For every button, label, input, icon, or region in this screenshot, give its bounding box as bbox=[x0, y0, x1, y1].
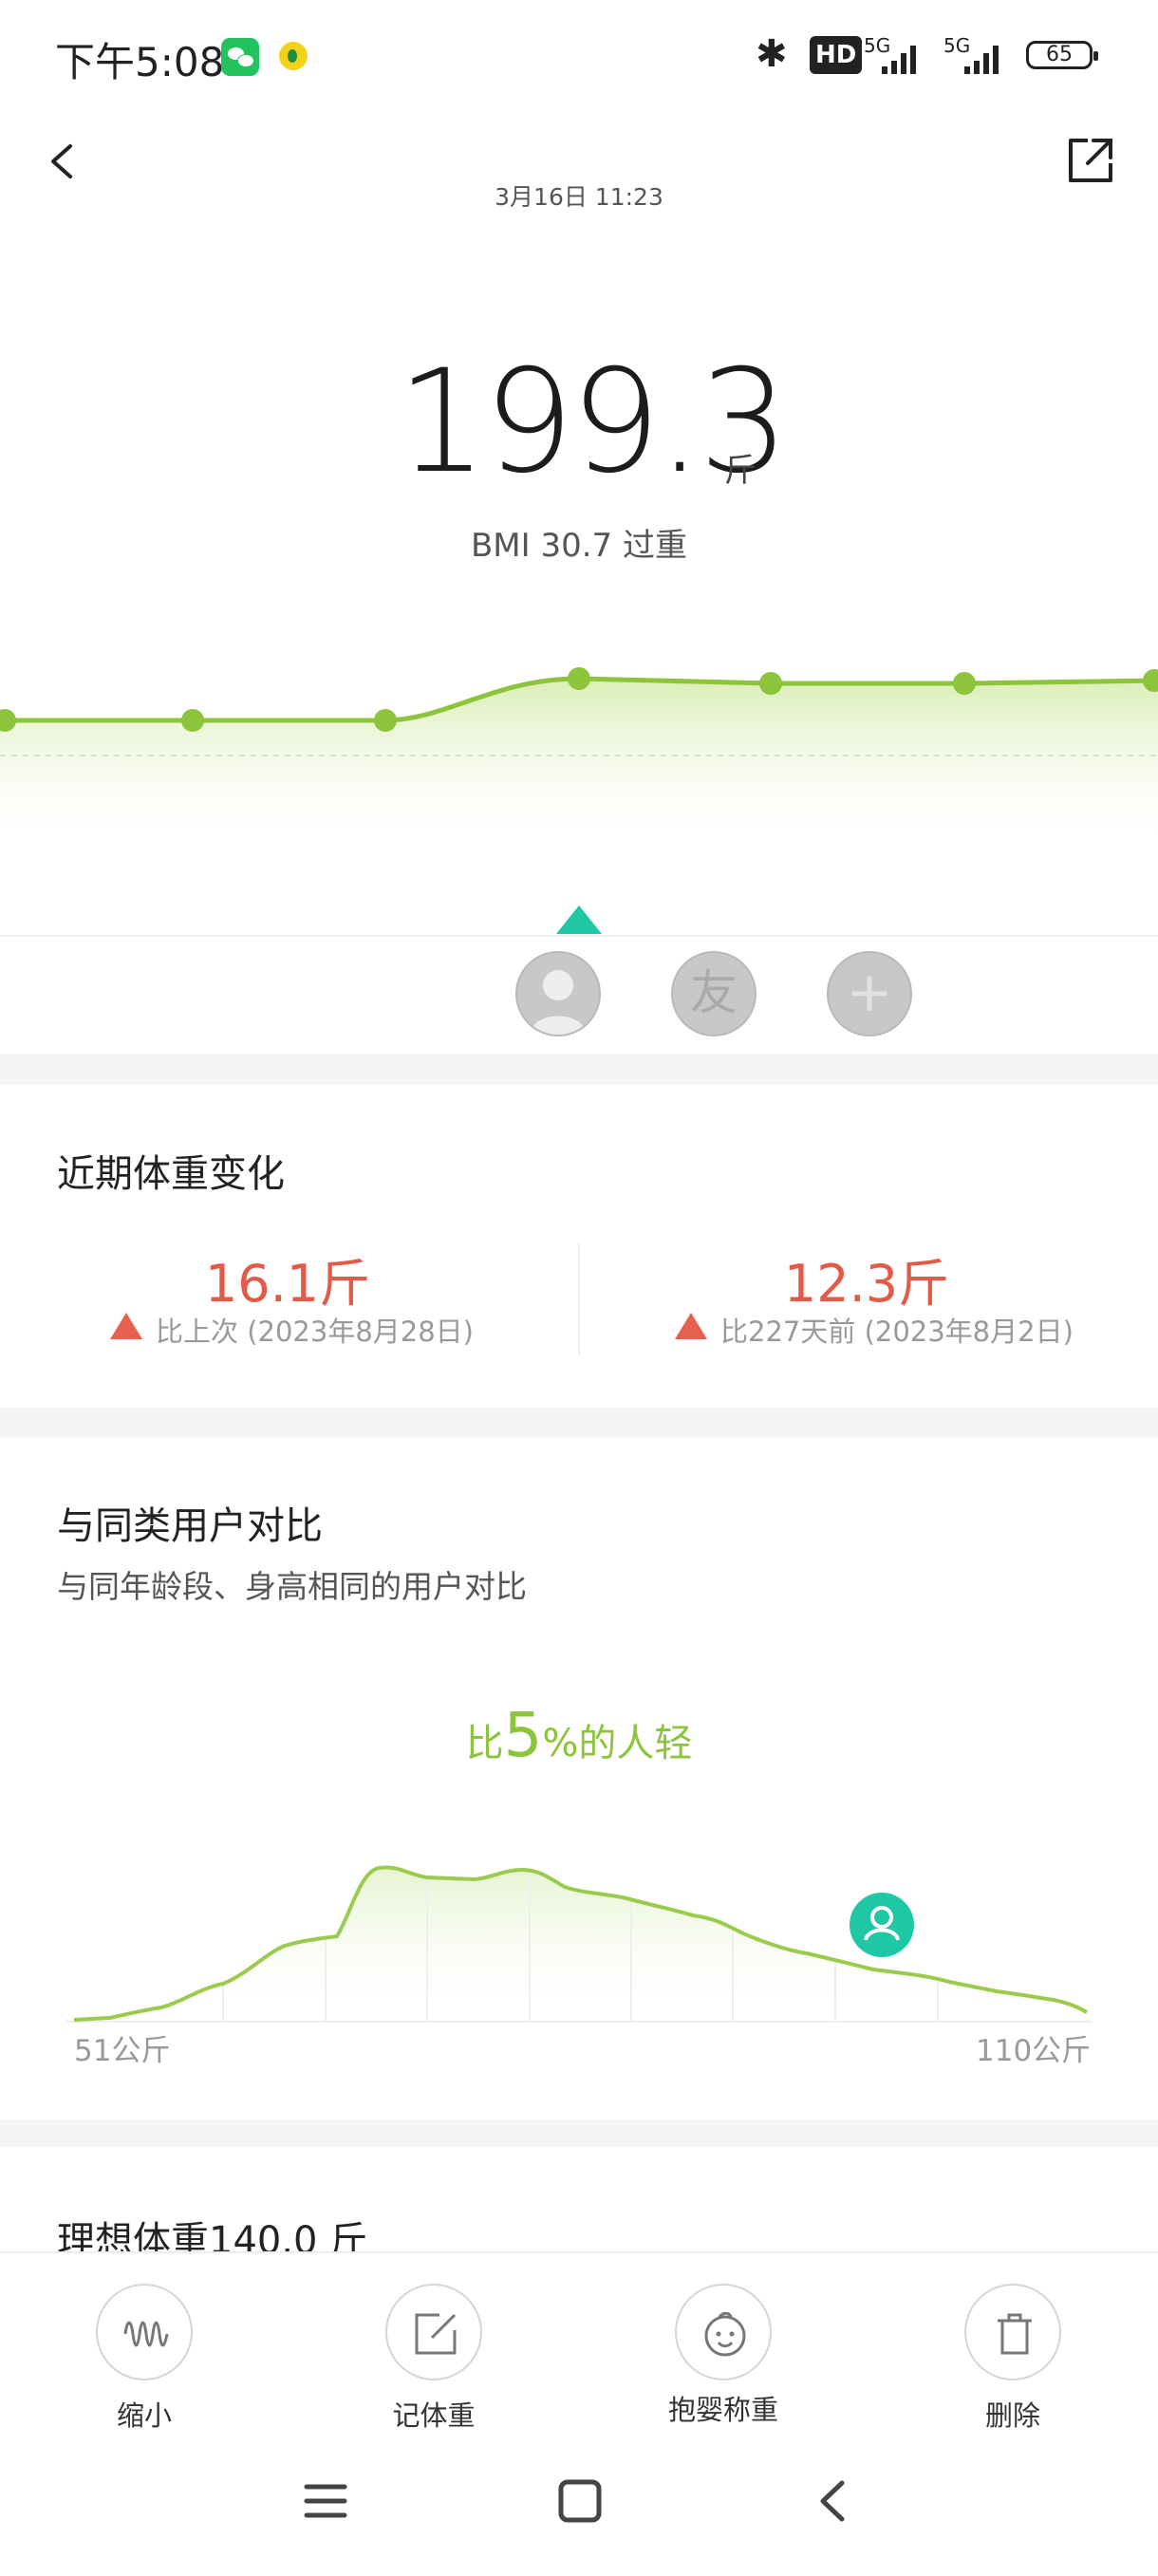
add-user-button[interactable]: + bbox=[827, 951, 912, 1036]
trend-point bbox=[953, 672, 976, 695]
signal-icon-1 bbox=[878, 42, 924, 74]
increase-icon bbox=[110, 1313, 142, 1339]
weight-trend-chart[interactable] bbox=[0, 645, 1158, 854]
comparison-percent: 5 bbox=[503, 1701, 543, 1771]
comparison-result: 比5%的人轻 bbox=[0, 1701, 1158, 1771]
change-value-last: 16.1斤 bbox=[204, 1254, 371, 1314]
delete-label: 删除 bbox=[984, 2399, 1040, 2432]
delete-button[interactable] bbox=[964, 2284, 1061, 2380]
axis-min-label: 51公斤 bbox=[74, 2034, 171, 2068]
home-nav-icon[interactable] bbox=[556, 2477, 604, 2525]
user-avatar[interactable] bbox=[515, 951, 601, 1036]
trend-point bbox=[181, 709, 204, 732]
shrink-label: 缩小 bbox=[116, 2399, 172, 2432]
wechat-icon bbox=[221, 38, 259, 76]
back-nav-icon[interactable] bbox=[810, 2477, 857, 2525]
recent-change-title: 近期体重变化 bbox=[57, 1152, 285, 1196]
trend-point bbox=[374, 709, 397, 732]
signal-icon-2 bbox=[961, 42, 1006, 74]
waveform-icon bbox=[123, 2321, 169, 2347]
person-icon bbox=[530, 970, 587, 1035]
comparison-prefix: 比 bbox=[465, 1722, 504, 1765]
axis-max-label: 110公斤 bbox=[976, 2034, 1092, 2068]
trash-icon bbox=[998, 2313, 1032, 2355]
baby-weigh-button[interactable] bbox=[675, 2284, 772, 2380]
distribution-chart bbox=[66, 1865, 1092, 2024]
comparison-suffix: %的人轻 bbox=[542, 1722, 693, 1765]
baby-weigh-label: 抱婴称重 bbox=[667, 2394, 778, 2426]
baby-face-icon bbox=[704, 2311, 746, 2357]
comparison-title: 与同类用户对比 bbox=[57, 1504, 323, 1548]
change-label-227days: 比227天前 (2023年8月2日) bbox=[720, 1316, 1074, 1348]
user-position-marker bbox=[850, 1893, 914, 1957]
edit-icon bbox=[415, 2313, 457, 2355]
hd-badge: HD bbox=[810, 36, 863, 74]
record-weight-button[interactable] bbox=[385, 2284, 482, 2380]
record-weight-label: 记体重 bbox=[392, 2399, 476, 2432]
comparison-subtitle: 与同年龄段、身高相同的用户对比 bbox=[57, 1568, 527, 1605]
friend-avatar[interactable]: 友 bbox=[671, 951, 756, 1036]
trend-point bbox=[759, 672, 782, 695]
shrink-button[interactable] bbox=[96, 2284, 193, 2380]
measurement-date: 3月16日 11:23 bbox=[495, 183, 663, 211]
battery-icon: 65 bbox=[1026, 41, 1098, 69]
status-time: 下午5:08 bbox=[55, 39, 225, 85]
bmi-status: BMI 30.7 过重 bbox=[470, 527, 687, 565]
increase-icon bbox=[675, 1313, 707, 1339]
divider bbox=[578, 1243, 580, 1355]
trend-point bbox=[568, 667, 590, 690]
back-icon[interactable] bbox=[44, 142, 82, 180]
divider bbox=[0, 935, 1158, 937]
menu-nav-icon[interactable] bbox=[302, 2477, 349, 2525]
app-notification-icon bbox=[279, 42, 308, 70]
bluetooth-icon: ✱ bbox=[756, 32, 788, 76]
weight-unit: 斤 bbox=[724, 452, 756, 490]
change-label-last: 比上次 (2023年8月28日) bbox=[156, 1316, 475, 1348]
change-value-227days: 12.3斤 bbox=[783, 1254, 950, 1314]
selected-point-indicator bbox=[556, 905, 602, 934]
